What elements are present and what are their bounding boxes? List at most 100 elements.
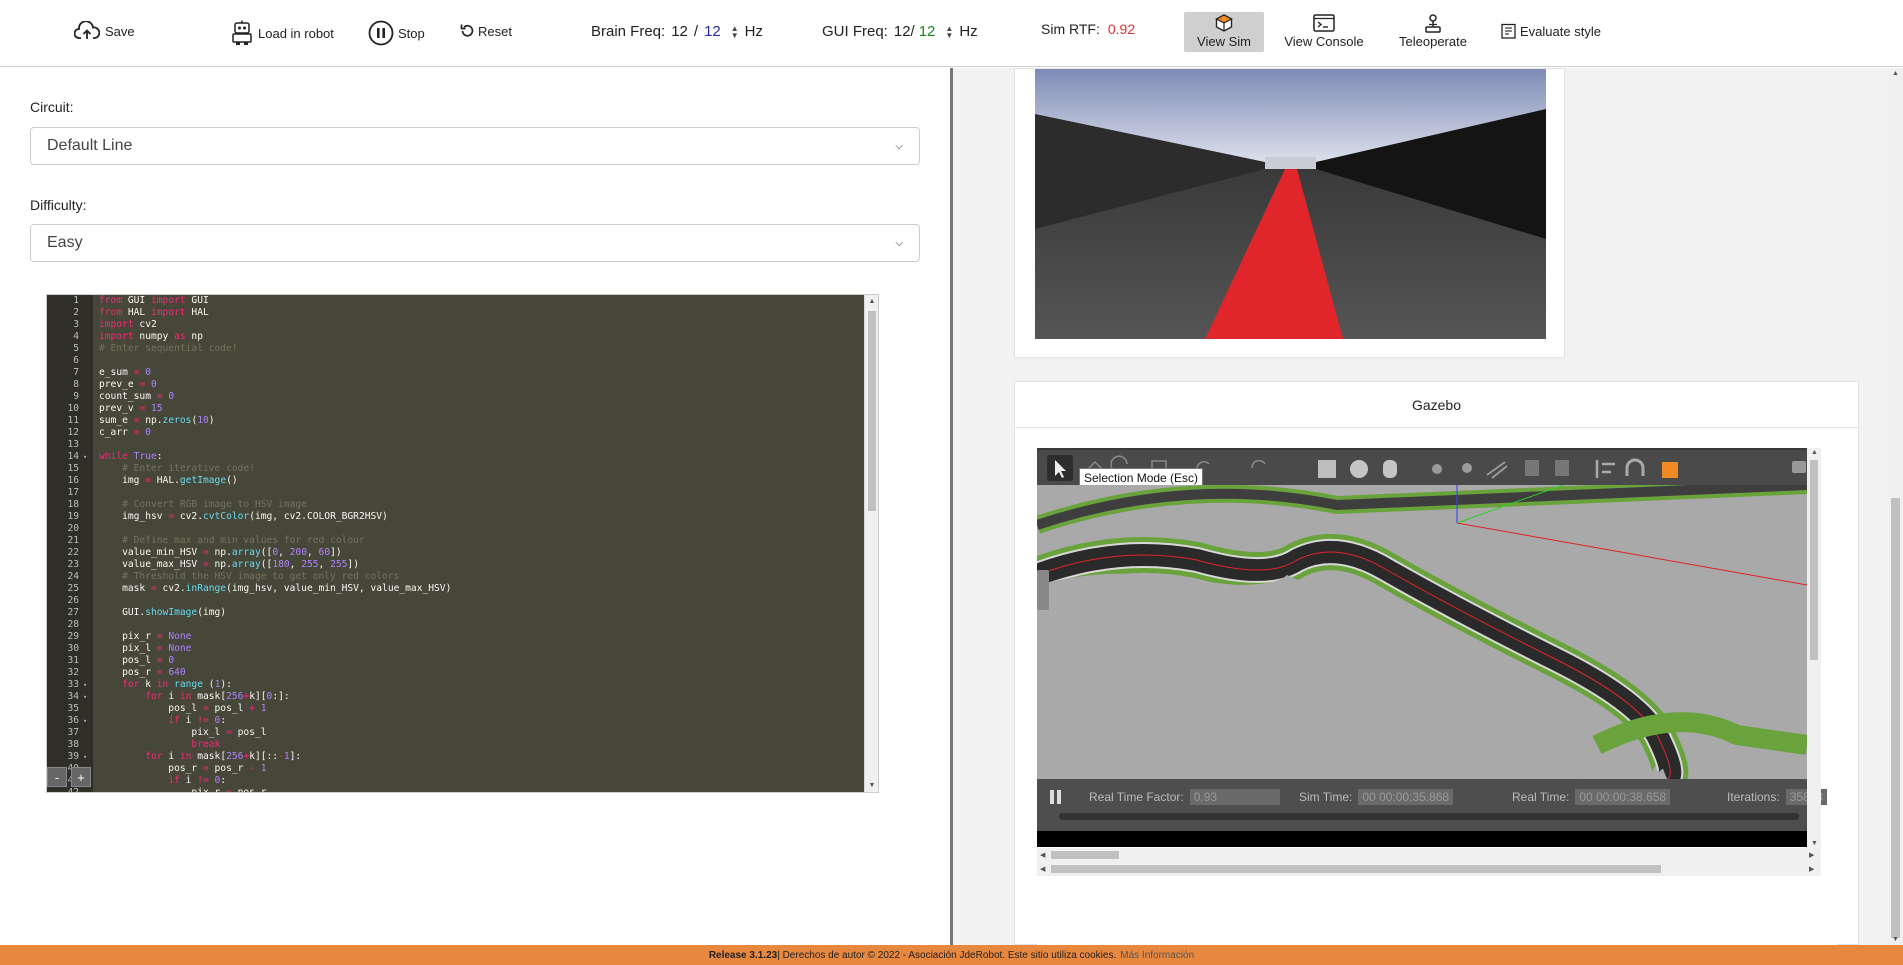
code-line[interactable]: 19 img_hsv = cv2.cvtColor(img, cv2.COLOR… [47,511,878,523]
fold-toggle-icon [81,367,93,379]
code-line[interactable]: 31 pos_l = 0 [47,655,878,667]
scroll-left-icon[interactable]: ◀ [1040,865,1045,873]
scroll-down-icon[interactable]: ▼ [1892,936,1899,943]
gui-freq-input[interactable]: 12 [919,23,936,40]
zoom-out-button[interactable]: - [47,767,67,787]
fold-toggle-icon [81,319,93,331]
code-line[interactable]: 22 value_min_HSV = np.array([0, 200, 60]… [47,547,878,559]
code-line[interactable]: 16 img = HAL.getImage() [47,475,878,487]
code-line[interactable]: 21 # Define max and min values for red c… [47,535,878,547]
code-line[interactable]: 5 # Enter sequential code! [47,343,878,355]
code-line[interactable]: 4 import numpy as np [47,331,878,343]
code-text: e_sum = 0 [99,367,151,378]
gazebo-3d-viewport[interactable] [1037,485,1807,779]
difficulty-select[interactable]: Easy ⌵ [30,224,920,262]
pause-icon[interactable] [1049,789,1063,805]
view-console-button[interactable]: View Console [1283,12,1365,52]
page-scroll-thumb[interactable] [1891,498,1900,938]
code-line[interactable]: 3 import cv2 [47,319,878,331]
scroll-up-icon[interactable]: ▲ [1892,70,1899,77]
fold-toggle-icon[interactable]: ▾ [81,751,93,763]
teleoperate-button[interactable]: Teleoperate [1395,12,1471,52]
code-line[interactable]: 25 mask = cv2.inRange(img_hsv, value_min… [47,583,878,595]
editor-scrollbar[interactable]: ▲ ▼ [864,295,878,792]
fold-toggle-icon [81,703,93,715]
code-line[interactable]: 17 [47,487,878,499]
gazebo-horizontal-scrollbar[interactable]: ◀ ▶ [1037,848,1821,862]
code-line[interactable]: 38 break [47,739,878,751]
line-number: 19 [67,511,79,522]
code-line[interactable]: 39 ▾ for i in mask[256+k][::-1]: [47,751,878,763]
fold-toggle-icon[interactable]: ▾ [81,679,93,691]
brain-freq-spinner-icon[interactable]: ▲ ▼ [731,24,739,39]
scroll-up-icon[interactable]: ▲ [1811,449,1818,456]
fold-toggle-icon[interactable]: ▾ [81,691,93,703]
fold-toggle-icon [81,643,93,655]
code-editor[interactable]: 1 from GUI import GUI 2 from HAL import HAL… [46,294,879,793]
zoom-in-button[interactable]: + [71,767,91,787]
code-line[interactable]: 15 # Enter iterative code! [47,463,878,475]
gazebo-status-scrollbar[interactable] [1059,813,1799,820]
scroll-up-icon[interactable]: ▲ [865,298,878,305]
code-line[interactable]: 32 pos_r = 640 [47,667,878,679]
code-text: c_arr = 0 [99,427,151,438]
scroll-down-icon[interactable]: ▼ [865,782,878,789]
load-in-robot-button[interactable]: Load in robot [230,20,334,46]
gui-freq-spinner-icon[interactable]: ▲ ▼ [945,24,953,39]
code-line[interactable]: 33 ▾ for k in range (1): [47,679,878,691]
editor-scroll-thumb[interactable] [868,311,876,511]
code-line[interactable]: 24 # Threshold the HSV image to get only… [47,571,878,583]
code-line[interactable]: 7 e_sum = 0 [47,367,878,379]
fold-toggle-icon[interactable]: ▾ [81,451,93,463]
stop-button[interactable]: Stop [368,20,425,46]
evaluate-style-button[interactable]: Evaluate style [1501,23,1601,39]
gazebo-hscroll-thumb[interactable] [1051,851,1119,859]
code-line[interactable]: 27 GUI.showImage(img) [47,607,878,619]
code-line[interactable]: 9 count_sum = 0 [47,391,878,403]
scroll-right-icon[interactable]: ▶ [1809,851,1814,859]
code-line[interactable]: 18 # Convert RGB image to HSV image [47,499,878,511]
gazebo-outer-horizontal-scrollbar[interactable]: ◀ ▶ [1037,862,1821,876]
scroll-right-icon[interactable]: ▶ [1809,865,1814,873]
reset-button[interactable]: Reset [459,23,512,39]
code-line[interactable]: 40 pos_r = pos_r - 1 [47,763,878,775]
code-line[interactable]: 30 pix_l = None [47,643,878,655]
code-line[interactable]: 41▾ if i != 0: [47,775,878,787]
scroll-down-icon[interactable]: ▼ [1811,840,1818,847]
code-text: pix_l = None [99,643,192,654]
code-line[interactable]: 23 value_max_HSV = np.array([180, 255, 2… [47,559,878,571]
view-sim-button[interactable]: View Sim [1184,12,1264,52]
code-line[interactable]: 34 ▾ for i in mask[256+k][0:]: [47,691,878,703]
code-line[interactable]: 36 ▾ if i != 0: [47,715,878,727]
more-info-link[interactable]: Más Información [1120,950,1194,961]
sim-time: Sim Time: 00 00:00:35.868 [1299,789,1454,805]
code-line[interactable]: 12 c_arr = 0 [47,427,878,439]
brain-freq-input[interactable]: 12 [704,23,721,40]
scroll-left-icon[interactable]: ◀ [1040,851,1045,859]
gazebo-vscroll-thumb[interactable] [1810,460,1818,660]
code-line[interactable]: 28 [47,619,878,631]
code-line[interactable]: 14 ▾ while True: [47,451,878,463]
code-line[interactable]: 29 pix_r = None [47,631,878,643]
page-vertical-scrollbar[interactable]: ▲ ▼ [1888,68,1903,945]
code-line[interactable]: 6 [47,355,878,367]
gazebo-vertical-scrollbar[interactable]: ▲ ▼ [1807,448,1821,848]
code-line[interactable]: 35 pos_l = pos_l + 1 [47,703,878,715]
code-line[interactable]: 13 [47,439,878,451]
code-line[interactable]: 26 [47,595,878,607]
code-line[interactable]: 2 from HAL import HAL [47,307,878,319]
fold-toggle-icon [81,787,93,792]
code-line[interactable]: 8 prev_e = 0 [47,379,878,391]
code-line[interactable]: 10 prev_v = 15 [47,403,878,415]
circuit-select[interactable]: Default Line ⌵ [30,127,920,165]
code-line[interactable]: 11 sum_e = np.zeros(10) [47,415,878,427]
fold-toggle-icon[interactable]: ▾ [81,715,93,727]
code-line[interactable]: 20 [47,523,878,535]
code-line[interactable]: 37 pix_l = pos_l [47,727,878,739]
gazebo-outer-hscroll-thumb[interactable] [1051,865,1661,873]
code-text: pix_r = None [99,631,192,642]
code-line[interactable]: 42 pix_r = pos_r [47,787,878,792]
code-line[interactable]: 1 from GUI import GUI [47,295,878,307]
save-button[interactable]: Save [74,21,135,41]
